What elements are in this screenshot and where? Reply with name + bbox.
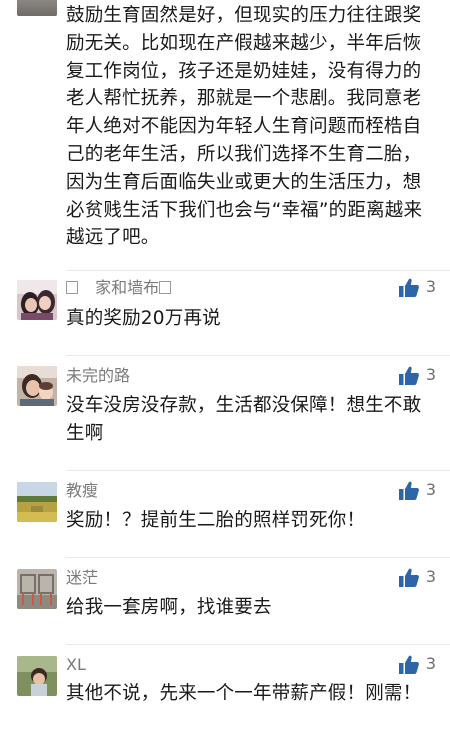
avatar[interactable] xyxy=(17,366,57,406)
thumbs-up-icon xyxy=(398,568,419,587)
box-glyph-icon xyxy=(159,281,172,294)
username[interactable]: 教瘦 xyxy=(66,481,98,501)
divider xyxy=(66,644,450,645)
thumbs-up-icon xyxy=(398,481,419,500)
comment-content: 其他不说，先来一个一年带薪产假！刚需！ xyxy=(66,683,422,704)
comment-content: 给我一套房啊，找谁要去 xyxy=(66,597,272,618)
username[interactable]: XL xyxy=(66,655,86,675)
divider xyxy=(66,470,450,471)
thumbs-up-icon xyxy=(398,366,419,385)
box-glyph-icon xyxy=(66,281,78,294)
like-button[interactable]: 3 xyxy=(398,654,436,674)
avatar[interactable] xyxy=(17,0,57,16)
thumbs-up-icon xyxy=(398,655,419,674)
divider xyxy=(66,557,450,558)
avatar[interactable] xyxy=(17,280,57,320)
avatar[interactable] xyxy=(17,482,57,522)
like-button[interactable]: 3 xyxy=(398,480,436,500)
avatar[interactable] xyxy=(17,656,57,696)
like-count: 3 xyxy=(425,277,436,296)
like-button[interactable]: 3 xyxy=(398,277,436,297)
avatar[interactable] xyxy=(17,569,57,609)
comment-content: 没车没房没存款，生活都没保障！想生不敢生啊 xyxy=(66,395,422,444)
thumbs-up-icon xyxy=(398,278,419,297)
comment-content: 鼓励生育固然是好，但现实的压力往往跟奖励无关。比如现在产假越来越少，半年后恢复工… xyxy=(66,5,423,249)
like-button[interactable]: 3 xyxy=(398,365,436,385)
comment-content: 真的奖励20万再说 xyxy=(66,308,221,329)
like-count: 3 xyxy=(425,480,436,499)
comment-content: 奖励！？提前生二胎的照样罚死你！ xyxy=(66,510,366,531)
like-count: 3 xyxy=(425,654,436,673)
like-button[interactable]: 3 xyxy=(398,567,436,587)
like-count: 3 xyxy=(425,365,436,384)
like-count: 3 xyxy=(425,567,436,586)
username[interactable]: 家和墙布 xyxy=(66,278,172,298)
divider xyxy=(66,355,450,356)
username[interactable]: 迷茫 xyxy=(66,568,98,588)
divider xyxy=(66,270,450,271)
username[interactable]: 未完的路 xyxy=(66,366,130,386)
